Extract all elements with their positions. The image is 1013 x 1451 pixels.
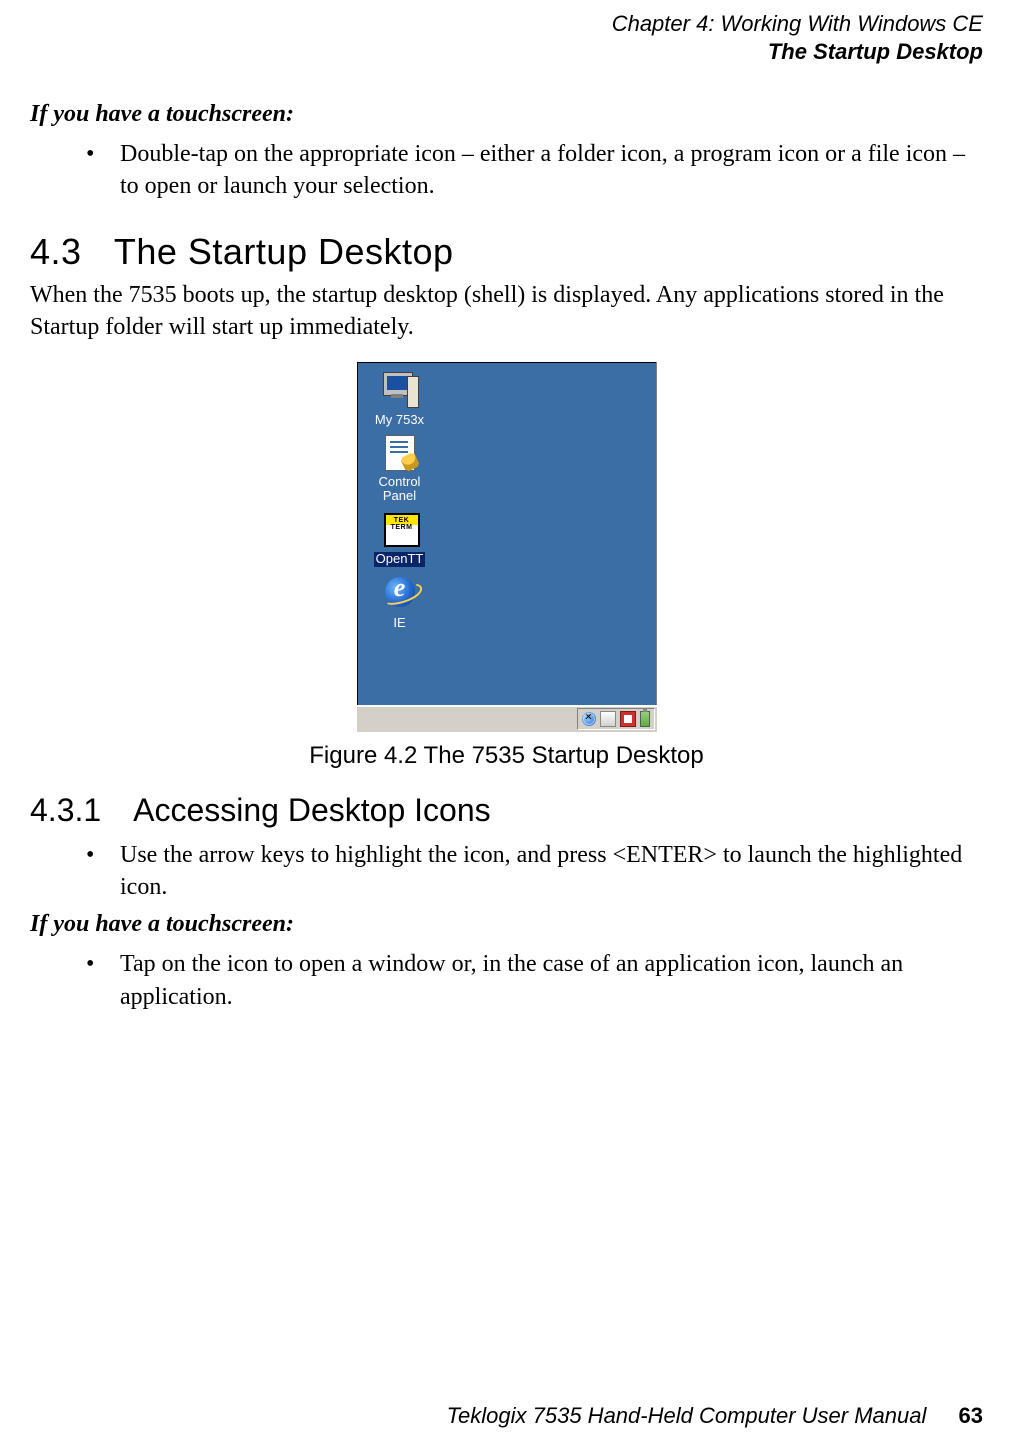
section-4-3-1-bullet: Use the arrow keys to highlight the icon… — [86, 839, 983, 904]
desktop-icon-my-753x[interactable]: My 753x — [365, 370, 435, 427]
desktop-icon-ie[interactable]: IE — [365, 573, 435, 630]
section-4-3-1-touch-bullet: Tap on the icon to open a window or, in … — [86, 948, 983, 1013]
ce-taskbar: × — [357, 705, 657, 732]
desktop-icon-control-panel[interactable]: Control Panel — [365, 433, 435, 504]
desktop-icon-label: Control Panel — [365, 475, 435, 504]
page-header: Chapter 4: Working With Windows CE The S… — [30, 0, 983, 65]
intro-bullet: Double-tap on the appropriate icon – eit… — [86, 138, 983, 203]
section-4-3-1-title: Accessing Desktop Icons — [133, 792, 491, 828]
figure-4-2-caption: Figure 4.2 The 7535 Startup Desktop — [30, 742, 983, 770]
desktop-icon-label: My 753x — [375, 413, 424, 427]
header-chapter: Chapter 4: Working With Windows CE — [30, 10, 983, 38]
computer-icon — [379, 370, 421, 410]
desktop-icon-label: IE — [393, 616, 405, 630]
touchscreen-heading-2: If you have a touchscreen: — [30, 911, 983, 938]
section-4-3-1-heading: 4.3.1 Accessing Desktop Icons — [30, 792, 983, 829]
tray-recycle-icon[interactable] — [600, 711, 616, 727]
desktop-icon-label: OpenTT — [374, 552, 426, 566]
control-panel-icon — [379, 433, 421, 473]
tray-network-disabled-icon[interactable]: × — [582, 712, 596, 726]
section-4-3-title: The Startup Desktop — [114, 231, 454, 272]
footer-page-number: 63 — [959, 1403, 983, 1428]
ce-desktop: My 753x Control Panel — [357, 362, 657, 732]
footer-manual-title: Teklogix 7535 Hand-Held Computer User Ma… — [447, 1403, 927, 1428]
tekterm-line2: TERM — [386, 524, 418, 531]
section-4-3-number: 4.3 — [30, 231, 104, 273]
figure-4-2: My 753x Control Panel — [30, 362, 983, 770]
tekterm-line1: TEK — [386, 517, 418, 524]
tray-battery-icon[interactable] — [640, 711, 650, 727]
tray-app-icon[interactable] — [620, 711, 636, 727]
section-4-3-1-number: 4.3.1 — [30, 792, 126, 829]
section-4-3-para: When the 7535 boots up, the startup desk… — [30, 279, 983, 344]
tekterm-icon: TEK TERM — [379, 509, 421, 549]
ie-icon — [379, 573, 421, 613]
page-footer: Teklogix 7535 Hand-Held Computer User Ma… — [447, 1403, 983, 1429]
ce-system-tray: × — [577, 708, 655, 730]
touchscreen-heading-1: If you have a touchscreen: — [30, 101, 983, 128]
section-4-3-heading: 4.3 The Startup Desktop — [30, 231, 983, 273]
header-section: The Startup Desktop — [30, 38, 983, 66]
desktop-icon-opentt[interactable]: TEK TERM OpenTT — [365, 509, 435, 566]
